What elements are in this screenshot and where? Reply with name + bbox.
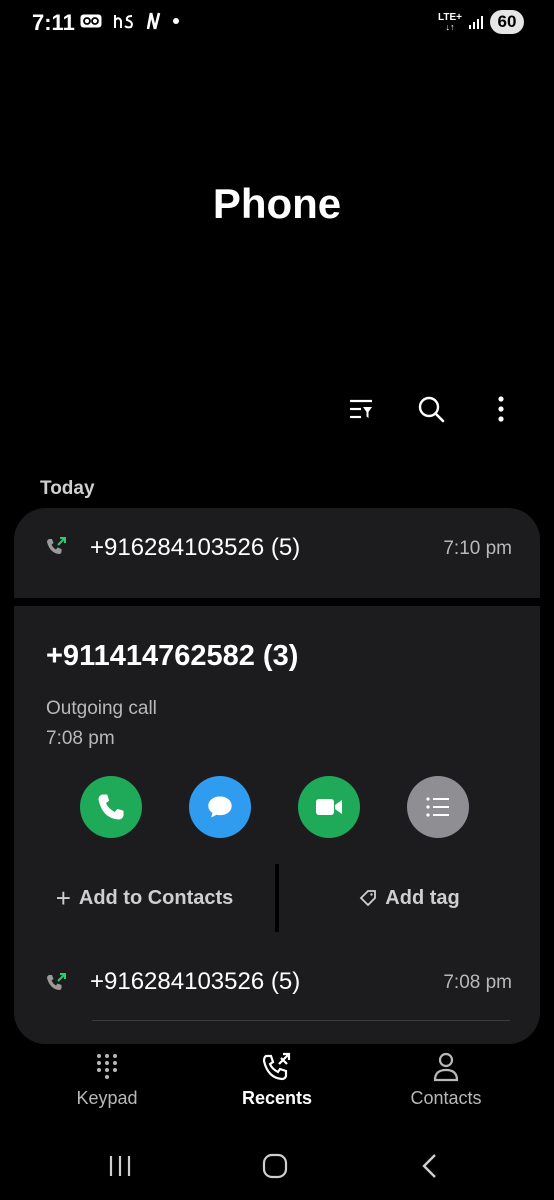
recents-list: +916284103526 (5) 7:10 pm +911414762582 … [14, 508, 540, 1044]
add-to-contacts-button[interactable]: + Add to Contacts [14, 864, 275, 932]
recent-call-item[interactable]: +916284103526 (5) 7:08 pm [14, 940, 540, 1044]
call-details-button[interactable] [407, 776, 469, 838]
page-title: Phone [212, 180, 342, 227]
call-actions [80, 776, 469, 838]
netflix-n-icon [146, 12, 161, 30]
search-icon [418, 396, 445, 423]
home-icon[interactable] [262, 1153, 288, 1179]
app-notification-icon [114, 15, 133, 29]
call-number: +916284103526 (5) [90, 534, 301, 561]
notification-dot-icon [173, 18, 179, 24]
filter-icon [350, 399, 372, 419]
back-icon[interactable] [420, 1153, 440, 1179]
more-options-button[interactable] [484, 392, 518, 426]
message-button[interactable] [189, 776, 251, 838]
system-nav-bar [0, 1140, 554, 1200]
list-divider [92, 1020, 510, 1021]
search-button[interactable] [414, 392, 448, 426]
tab-label: Recents [241, 1088, 313, 1108]
tab-keypad[interactable]: Keypad [37, 1052, 177, 1109]
call-time: 7:10 pm [443, 538, 512, 559]
tag-icon [360, 890, 377, 907]
recent-call-item[interactable]: +916284103526 (5) 7:10 pm [14, 508, 540, 590]
video-call-button[interactable] [298, 776, 360, 838]
expanded-call-time: 7:08 pm [46, 728, 115, 749]
section-label-today: Today [40, 478, 95, 499]
filter-button[interactable] [344, 392, 378, 426]
person-icon [433, 1052, 459, 1082]
call-number: +916284103526 (5) [90, 968, 301, 995]
expanded-number: +911414762582 (3) [46, 640, 299, 672]
plus-icon: + [55, 882, 71, 913]
message-icon [208, 796, 232, 818]
battery-indicator: 60 [490, 10, 524, 34]
contact-actions: + Add to Contacts Add tag [14, 864, 540, 932]
keypad-icon [97, 1054, 117, 1079]
status-right-icons: LTE+ ↓↑ 60 [438, 10, 524, 34]
outgoing-call-icon [47, 973, 66, 990]
tab-label: Keypad [76, 1088, 138, 1108]
tab-contacts[interactable]: Contacts [376, 1052, 516, 1109]
voice-call-button[interactable] [80, 776, 142, 838]
more-vert-icon [498, 396, 504, 422]
add-tag-button[interactable]: Add tag [279, 864, 540, 932]
data-arrows-icon: ↓↑ [445, 21, 455, 32]
network-type: LTE+ ↓↑ [438, 11, 462, 32]
tab-recents[interactable]: Recents [207, 1052, 347, 1109]
status-notification-icons [80, 12, 180, 30]
tab-label: Contacts [410, 1088, 482, 1108]
recent-apps-icon[interactable] [108, 1154, 132, 1178]
video-call-icon [316, 799, 342, 815]
expanded-call-item: +911414762582 (3) Outgoing call 7:08 pm [14, 598, 540, 868]
outgoing-call-icon [47, 537, 66, 554]
voicemail-icon [80, 14, 102, 28]
phone-icon [98, 794, 124, 820]
signal-icon [469, 16, 483, 29]
status-time: 7:11 [32, 10, 75, 35]
list-details-icon [426, 797, 449, 817]
status-bar: 7:11 LTE+ ↓↑ 60 [0, 0, 554, 46]
toolbar [344, 392, 518, 426]
bottom-nav: Keypad Recents Contacts [0, 1052, 554, 1122]
recents-icon [262, 1052, 291, 1081]
call-time: 7:08 pm [443, 972, 512, 993]
call-type: Outgoing call [46, 698, 157, 719]
